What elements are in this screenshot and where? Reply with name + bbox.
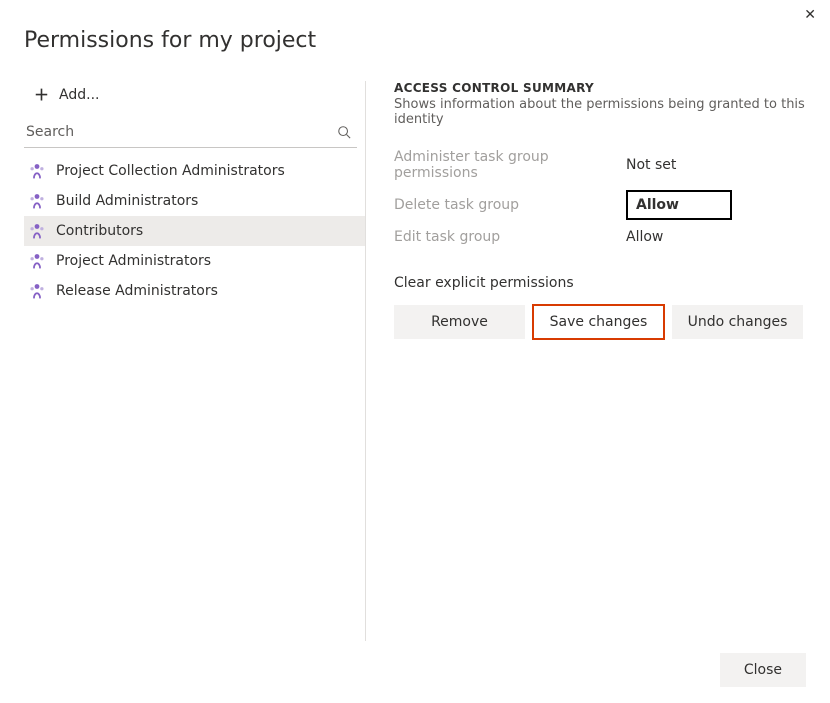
permission-label: Delete task group <box>394 197 626 213</box>
remove-button[interactable]: Remove <box>394 305 525 339</box>
undo-changes-button[interactable]: Undo changes <box>672 305 803 339</box>
permission-row: Edit task group Allow <box>394 229 806 245</box>
identities-panel: ＋ Add... Project Collection Admin <box>24 81 366 641</box>
search-icon <box>337 125 351 139</box>
identity-label: Project Collection Administrators <box>56 163 285 179</box>
search-input[interactable] <box>24 117 357 147</box>
identity-list: Project Collection Administrators Build … <box>24 156 365 306</box>
group-icon <box>28 222 46 240</box>
identity-label: Contributors <box>56 223 143 239</box>
close-button[interactable]: Close <box>720 653 806 687</box>
group-icon <box>28 252 46 270</box>
permission-row: Administer task group permissions Not se… <box>394 149 806 181</box>
add-label: Add... <box>59 87 99 103</box>
dialog-footer: Close <box>720 653 806 687</box>
group-icon <box>28 162 46 180</box>
identity-item-build-administrators[interactable]: Build Administrators <box>24 186 365 216</box>
action-buttons: Remove Save changes Undo changes <box>394 305 806 339</box>
close-icon[interactable]: ✕ <box>804 8 816 22</box>
identity-item-project-administrators[interactable]: Project Administrators <box>24 246 365 276</box>
identity-item-release-administrators[interactable]: Release Administrators <box>24 276 365 306</box>
identity-label: Build Administrators <box>56 193 198 209</box>
permission-value[interactable]: Allow <box>626 229 663 245</box>
summary-panel: ACCESS CONTROL SUMMARY Shows information… <box>366 81 830 641</box>
clear-explicit-label: Clear explicit permissions <box>394 275 806 291</box>
dialog-title: Permissions for my project <box>0 0 830 81</box>
permission-label: Edit task group <box>394 229 626 245</box>
identity-item-contributors[interactable]: Contributors <box>24 216 365 246</box>
search-field[interactable] <box>24 117 357 148</box>
group-icon <box>28 282 46 300</box>
plus-icon: ＋ <box>34 88 49 103</box>
permissions-table: Administer task group permissions Not se… <box>394 149 806 245</box>
permission-row: Delete task group Allow <box>394 190 806 220</box>
permission-value-select[interactable]: Allow <box>626 190 732 220</box>
permission-value[interactable]: Not set <box>626 157 676 173</box>
save-changes-button[interactable]: Save changes <box>533 305 664 339</box>
identity-item-project-collection-administrators[interactable]: Project Collection Administrators <box>24 156 365 186</box>
summary-subtitle: Shows information about the permissions … <box>394 97 806 127</box>
group-icon <box>28 192 46 210</box>
identity-label: Release Administrators <box>56 283 218 299</box>
identity-label: Project Administrators <box>56 253 211 269</box>
add-button[interactable]: ＋ Add... <box>24 81 365 117</box>
summary-title: ACCESS CONTROL SUMMARY <box>394 81 806 95</box>
permission-label: Administer task group permissions <box>394 149 626 181</box>
